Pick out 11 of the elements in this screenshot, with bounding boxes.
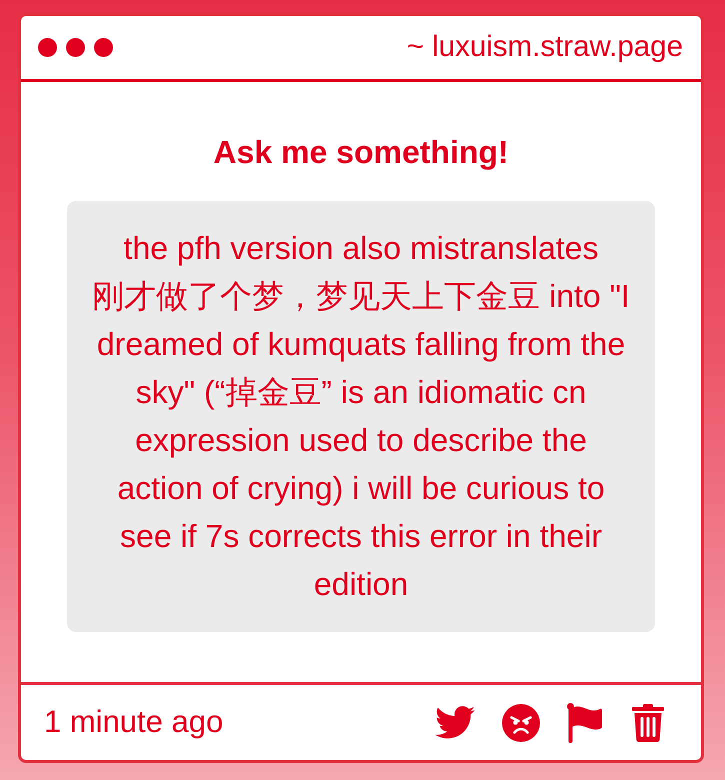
question-text: the pfh version also mistranslates 刚才做了个梦，梦见天上下金豆 into "I dreamed of kumquats falling from the sky" (“掉金豆” is an idiomatic cn expression used to describe the action of crying) i will be curious to see if 7s corrects this error in their edition bbox=[91, 228, 631, 604]
window-dot-icon bbox=[66, 38, 85, 57]
window-dot-icon bbox=[38, 38, 57, 57]
trash-icon[interactable] bbox=[632, 704, 664, 742]
prompt-title: Ask me something! bbox=[212, 134, 510, 171]
angry-face-icon[interactable] bbox=[502, 704, 540, 742]
timestamp: 1 minute ago bbox=[44, 705, 224, 740]
bird-icon[interactable] bbox=[435, 706, 475, 739]
window-dot-icon bbox=[94, 38, 113, 57]
page-address: ~ luxuism.straw.page bbox=[406, 31, 683, 64]
flag-icon[interactable] bbox=[567, 702, 605, 742]
